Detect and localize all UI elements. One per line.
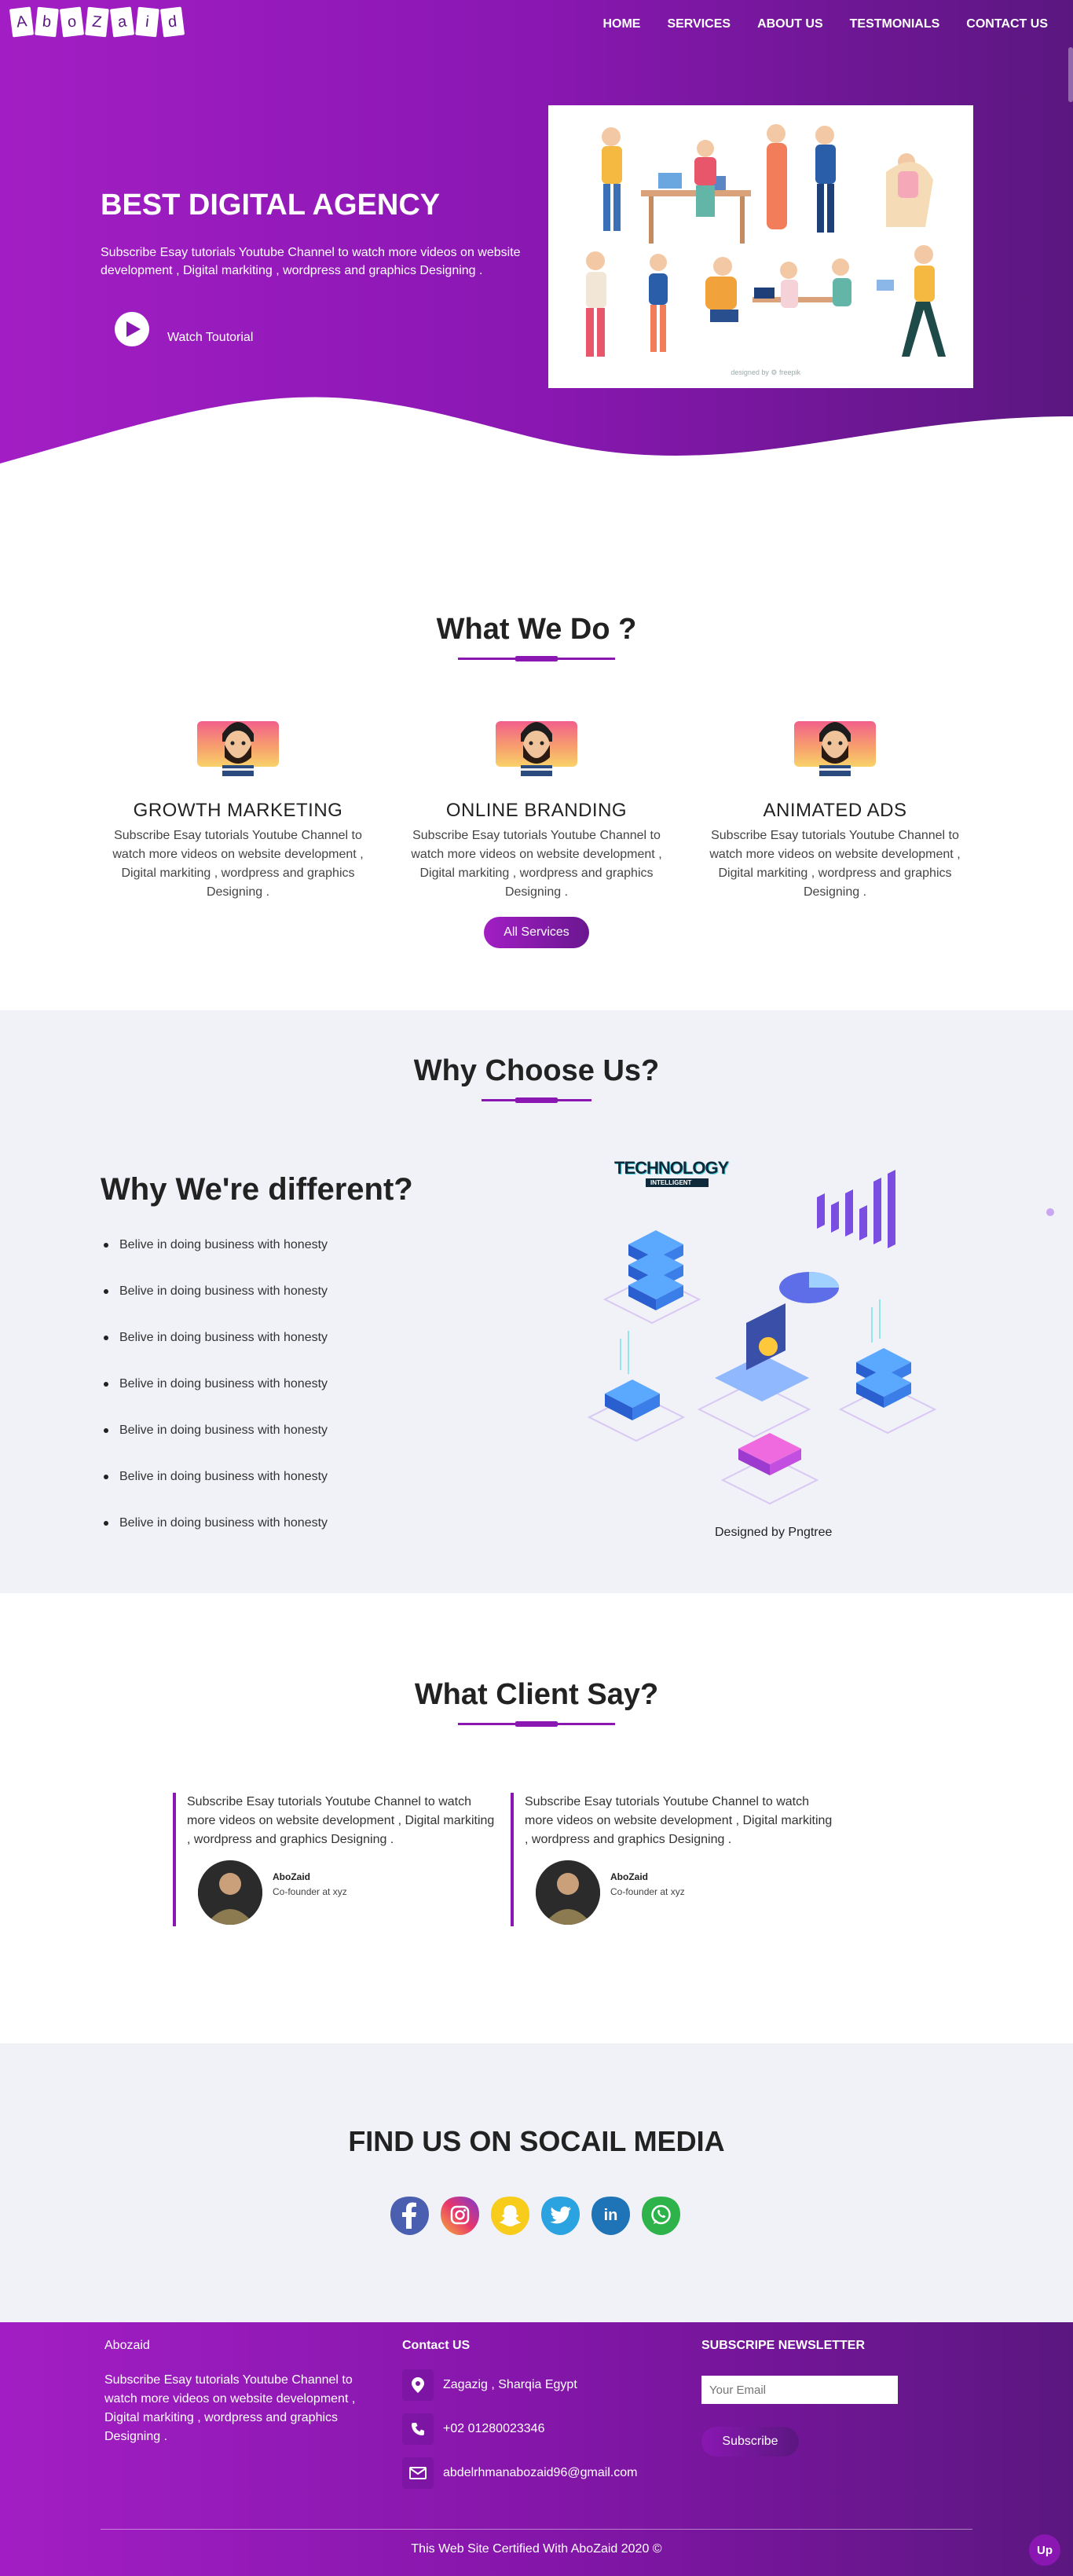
avatar-icon: [222, 722, 254, 776]
contact-email-text[interactable]: abdelrhmanabozaid96@gmail.com: [443, 2466, 638, 2480]
subscribe-button[interactable]: Subscribe: [701, 2427, 799, 2457]
play-icon: [126, 321, 141, 337]
logo-letter: a: [109, 6, 135, 38]
main-nav: HOME SERVICES ABOUT US TESTMONIALS CONTA…: [602, 17, 1048, 31]
list-item: Belive in doing business with honesty: [116, 1424, 328, 1470]
why-subtitle: Why We're different?: [101, 1172, 413, 1207]
svg-text:in: in: [604, 2207, 618, 2224]
whatsapp-icon[interactable]: [639, 2194, 683, 2237]
service-text: Subscribe Esay tutorials Youtube Channel…: [709, 829, 961, 899]
client-photo: [198, 1860, 262, 1925]
nav-home[interactable]: HOME: [602, 17, 640, 31]
footer-about-text: Subscribe Esay tutorials Youtube Channel…: [104, 2373, 356, 2443]
hero-title: BEST DIGITAL AGENCY: [101, 189, 441, 222]
scroll-up-button[interactable]: Up: [1029, 2534, 1060, 2566]
avatar-icon: [819, 722, 851, 776]
newsletter-email-input[interactable]: [701, 2376, 898, 2404]
service-text: Subscribe Esay tutorials Youtube Channel…: [112, 829, 364, 899]
testimonial-text: Subscribe Esay tutorials Youtube Channel…: [187, 1795, 495, 1846]
hero-wave-shape: [0, 397, 1073, 471]
client-name: AboZaid: [273, 1871, 310, 1882]
watch-tutorial-link[interactable]: Watch Toutorial: [167, 331, 253, 345]
title-underline: [458, 656, 615, 661]
instagram-icon[interactable]: [438, 2194, 482, 2237]
nav-testimonials[interactable]: TESTMONIALS: [850, 17, 940, 31]
footer-contact-title: Contact US: [402, 2339, 471, 2352]
reasons-list: Belive in doing business with honesty Be…: [116, 1238, 328, 1563]
list-item: Belive in doing business with honesty: [116, 1377, 328, 1424]
envelope-icon: [402, 2457, 434, 2489]
social-icons: in: [388, 2194, 683, 2237]
logo[interactable]: A b o Z a i d: [9, 6, 185, 38]
service-text: Subscribe Esay tutorials Youtube Channel…: [411, 829, 662, 899]
service-title: ANIMATED ADS: [763, 800, 907, 821]
what-we-do-title: What We Do ?: [436, 613, 637, 646]
service-card: GROWTH MARKETING Subscribe Esay tutorial…: [104, 800, 372, 902]
contact-address: Zagazig , Sharqia Egypt: [402, 2369, 577, 2401]
contact-address-text: Zagazig , Sharqia Egypt: [443, 2378, 577, 2391]
service-title: ONLINE BRANDING: [445, 800, 628, 821]
copyright: This Web Site Certified With AboZaid 202…: [411, 2542, 662, 2556]
hero-section: A b o Z a i d HOME SERVICES ABOUT US TES…: [0, 0, 1073, 471]
logo-letter: A: [9, 6, 35, 38]
logo-letter: Z: [85, 6, 109, 38]
testimonial-card: Subscribe Esay tutorials Youtube Channel…: [511, 1793, 833, 1926]
list-item: Belive in doing business with honesty: [116, 1284, 328, 1331]
phone-icon: [402, 2413, 434, 2445]
facebook-icon[interactable]: [388, 2194, 431, 2237]
client-photo: [536, 1860, 600, 1925]
list-item: Belive in doing business with honesty: [116, 1470, 328, 1516]
contact-email: abdelrhmanabozaid96@gmail.com: [402, 2457, 638, 2489]
footer-about-title: Abozaid: [104, 2339, 150, 2352]
client-name: AboZaid: [610, 1871, 648, 1882]
image-credit: Designed by Pngtree: [715, 1526, 833, 1539]
all-services-button[interactable]: All Services: [484, 917, 589, 948]
logo-letter: i: [135, 6, 159, 38]
nav-services[interactable]: SERVICES: [667, 17, 731, 31]
hero-illustration: designed by ⚙ freepik: [548, 105, 973, 388]
service-card: ONLINE BRANDING Subscribe Esay tutorials…: [403, 800, 670, 902]
location-pin-icon: [402, 2369, 434, 2401]
twitter-icon[interactable]: [539, 2194, 582, 2237]
hero-text: Subscribe Esay tutorials Youtube Channel…: [101, 246, 521, 277]
isometric-tech-image: [587, 1170, 937, 1505]
team-illustration-image: [586, 124, 946, 357]
service-avatar: [496, 721, 577, 776]
clients-title: What Client Say?: [414, 1678, 659, 1711]
why-choose-title: Why Choose Us?: [413, 1054, 660, 1087]
logo-letter: b: [35, 6, 59, 38]
service-card: ANIMATED ADS Subscribe Esay tutorials Yo…: [701, 800, 969, 902]
footer-divider: [101, 2529, 972, 2530]
scrollbar[interactable]: [1068, 47, 1073, 102]
list-item: Belive in doing business with honesty: [116, 1238, 328, 1284]
service-avatar: [197, 721, 279, 776]
side-dot: [1046, 1208, 1054, 1216]
nav-contact[interactable]: CONTACT US: [966, 17, 1048, 31]
testimonial-text: Subscribe Esay tutorials Youtube Channel…: [525, 1795, 833, 1846]
nav-about[interactable]: ABOUT US: [757, 17, 823, 31]
avatar: [198, 1860, 262, 1925]
contact-phone: +02 01280023346: [402, 2413, 544, 2445]
logo-letter: d: [159, 6, 185, 38]
title-underline: [458, 1097, 615, 1103]
client-role: Co-founder at xyz: [273, 1886, 347, 1897]
play-button[interactable]: [115, 312, 149, 346]
avatar-icon: [521, 722, 552, 776]
title-underline: [458, 1721, 615, 1727]
footer: [0, 2322, 1073, 2576]
social-title: FIND US ON SOCAIL MEDIA: [348, 2125, 725, 2157]
list-item: Belive in doing business with honesty: [116, 1331, 328, 1377]
contact-phone-text[interactable]: +02 01280023346: [443, 2422, 544, 2436]
service-avatar: [794, 721, 876, 776]
linkedin-icon[interactable]: in: [589, 2194, 632, 2237]
testimonial-card: Subscribe Esay tutorials Youtube Channel…: [173, 1793, 495, 1926]
social-section: [0, 2043, 1073, 2322]
list-item: Belive in doing business with honesty: [116, 1516, 328, 1563]
snapchat-icon[interactable]: [489, 2194, 532, 2237]
newsletter-title: SUBSCRIPE NEWSLETTER: [701, 2339, 866, 2352]
client-role: Co-founder at xyz: [610, 1886, 685, 1897]
avatar: [536, 1860, 600, 1925]
logo-letter: o: [59, 6, 85, 38]
service-title: GROWTH MARKETING: [133, 800, 343, 821]
